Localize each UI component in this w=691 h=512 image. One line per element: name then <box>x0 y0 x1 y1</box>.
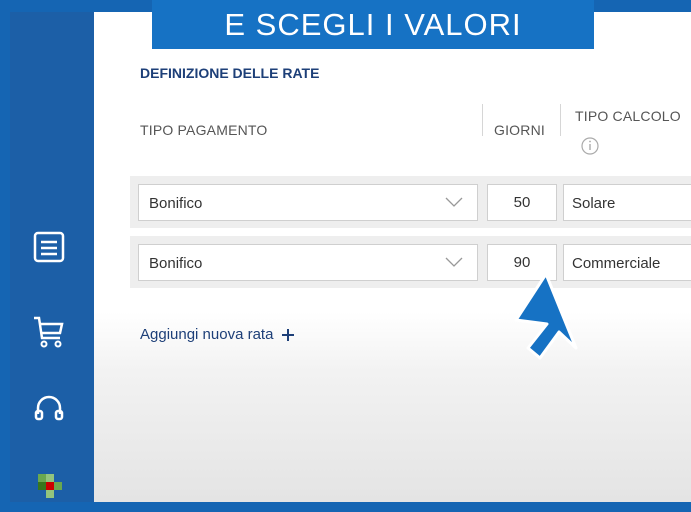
arrow-cursor-icon <box>514 272 578 360</box>
add-installment-label: Aggiungi nuova rata <box>140 326 274 343</box>
column-divider <box>482 104 483 136</box>
add-installment-link[interactable]: Aggiungi nuova rata <box>140 326 295 343</box>
title-banner: E SCEGLI I VALORI <box>152 0 594 49</box>
sidebar <box>10 12 94 502</box>
column-divider <box>560 104 561 136</box>
logo-icon <box>38 474 62 498</box>
calc-type-field[interactable]: Solare <box>563 184 691 221</box>
calc-type-value: Solare <box>572 195 616 212</box>
select-value: Bonifico <box>149 195 203 212</box>
info-icon[interactable] <box>581 137 599 155</box>
select-value: Bonifico <box>149 255 203 272</box>
section-title: DEFINIZIONE DELLE RATE <box>140 65 320 81</box>
plus-icon <box>282 328 295 341</box>
days-input[interactable]: 50 <box>487 184 557 221</box>
cart-icon[interactable] <box>32 314 66 348</box>
calc-type-value: Commerciale <box>572 255 661 272</box>
table-row: Bonifico 90 Commerciale <box>130 236 691 288</box>
payment-type-select[interactable]: Bonifico <box>138 244 478 281</box>
document-list-icon[interactable] <box>32 230 66 264</box>
table-row: Bonifico 50 Solare <box>130 176 691 228</box>
payment-type-select[interactable]: Bonifico <box>138 184 478 221</box>
column-header-payment-type: TIPO PAGAMENTO <box>140 122 268 138</box>
column-header-days: GIORNI <box>494 122 545 138</box>
chevron-down-icon <box>445 197 463 207</box>
headset-icon[interactable] <box>32 392 66 426</box>
chevron-down-icon <box>445 257 463 267</box>
app-window: DEFINIZIONE DELLE RATE TIPO PAGAMENTO GI… <box>10 12 691 502</box>
column-header-calc-type: TIPO CALCOLO <box>575 108 681 124</box>
main-content: DEFINIZIONE DELLE RATE TIPO PAGAMENTO GI… <box>94 12 691 502</box>
